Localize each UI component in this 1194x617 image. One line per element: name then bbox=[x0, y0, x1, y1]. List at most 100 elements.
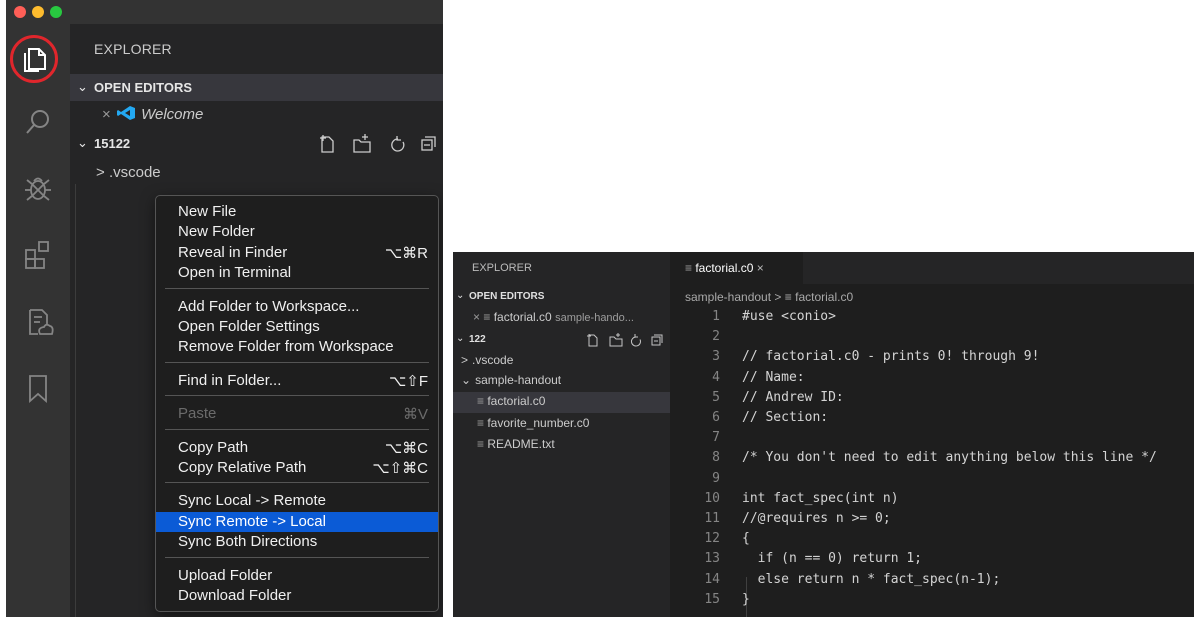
menu-item-download-folder[interactable]: Download Folder bbox=[156, 586, 438, 606]
breadcrumb-separator: > bbox=[774, 290, 782, 304]
line-number: 5 bbox=[712, 389, 720, 405]
explorer-title: EXPLORER bbox=[94, 41, 172, 57]
left-vscode-window: EXPLORER ⌄ OPEN EDITORS × Welcome ⌄ 1512… bbox=[6, 0, 443, 617]
code-line: // factorial.c0 - prints 0! through 9! bbox=[742, 349, 1040, 365]
tree-item-label: README.txt bbox=[487, 437, 555, 451]
context-menu: New File New Folder Reveal in Finder ⌥⌘R Ope… bbox=[155, 195, 439, 612]
menu-item-upload-folder[interactable]: Upload Folder bbox=[156, 566, 438, 586]
line-number: 13 bbox=[704, 551, 720, 567]
folder-label: 15122 bbox=[94, 136, 131, 151]
menu-item-label: Open in Terminal bbox=[178, 264, 292, 282]
menu-item-label: New File bbox=[178, 203, 237, 220]
menu-item-label: Sync Remote -> Local bbox=[178, 512, 326, 530]
menu-item-sync-both-directions[interactable]: Sync Both Directions bbox=[156, 532, 438, 552]
menu-item-open-in-terminal[interactable]: Open in Terminal bbox=[156, 263, 438, 283]
open-editors-label: OPEN EDITORS bbox=[94, 80, 193, 95]
menu-item-label: Copy Path bbox=[178, 438, 249, 456]
menu-item-remove-folder-from-workspace[interactable]: Remove Folder from Workspace bbox=[156, 337, 438, 357]
menu-item-label: Copy Relative Path bbox=[178, 459, 307, 476]
minimize-window-button[interactable] bbox=[32, 6, 44, 18]
chevron-down-icon: ⌄ bbox=[456, 290, 465, 301]
menu-item-label: Sync Both Directions bbox=[178, 533, 318, 551]
line-number: 2 bbox=[712, 329, 720, 345]
open-editors-header[interactable]: ⌄ OPEN EDITORS bbox=[70, 74, 443, 101]
close-editor-icon[interactable]: × bbox=[102, 106, 111, 123]
folder-header[interactable]: ⌄ 15122 bbox=[70, 130, 443, 157]
files-icon[interactable] bbox=[16, 41, 52, 77]
chevron-right-icon: > bbox=[461, 353, 469, 367]
tree-item-favorite-number-c0[interactable]: ≡ favorite_number.c0 bbox=[477, 416, 589, 430]
open-editor-name: Welcome bbox=[141, 106, 204, 123]
tree-item-factorial-c0[interactable]: ≡ factorial.c0 bbox=[477, 394, 545, 408]
code-line: } bbox=[742, 591, 750, 607]
line-number: 15 bbox=[704, 591, 720, 607]
tree-item-sample-handout[interactable]: ⌄ sample-handout bbox=[461, 373, 561, 387]
close-tab-icon[interactable]: × bbox=[757, 261, 764, 275]
new-file-icon bbox=[320, 135, 334, 153]
code-line: //@requires n >= 0; bbox=[742, 511, 891, 526]
file-lines-icon: ≡ bbox=[477, 437, 488, 451]
menu-item-label: Remove Folder from Workspace bbox=[178, 338, 394, 356]
tree-item-vscode[interactable]: > .vscode bbox=[461, 353, 513, 367]
debug-icon[interactable] bbox=[20, 170, 56, 206]
menu-item-new-file[interactable]: New File bbox=[156, 202, 438, 222]
zoom-window-button[interactable] bbox=[50, 6, 62, 18]
tree-item-vscode[interactable]: > .vscode bbox=[96, 164, 161, 181]
folder-header[interactable]: ⌄ 122 bbox=[453, 331, 670, 350]
menu-item-sync-remote-local[interactable]: Sync Remote -> Local bbox=[156, 511, 438, 532]
menu-separator bbox=[165, 287, 429, 289]
menu-item-sync-local-remote[interactable]: Sync Local -> Remote bbox=[156, 491, 438, 511]
line-number: 12 bbox=[704, 531, 720, 547]
bookmark-icon[interactable] bbox=[20, 370, 56, 406]
file-lines-icon: ≡ bbox=[685, 261, 696, 275]
menu-separator bbox=[165, 556, 429, 558]
activity-bar bbox=[6, 24, 70, 617]
chevron-down-icon: ⌄ bbox=[461, 373, 472, 387]
code-line: /* You don't need to edit anything below… bbox=[742, 450, 1157, 466]
menu-item-shortcut: ⌥⌘C bbox=[384, 439, 428, 457]
folder-toolbar bbox=[320, 134, 436, 153]
line-number: 11 bbox=[704, 511, 720, 526]
explorer-sidebar: EXPLORER ⌄ OPEN EDITORS × ≡ factorial.c0… bbox=[453, 252, 670, 617]
breadcrumb-folder[interactable]: sample-handout bbox=[685, 290, 771, 304]
search-icon[interactable] bbox=[20, 104, 56, 140]
menu-item-copy-path[interactable]: Copy Path ⌥⌘C bbox=[156, 438, 438, 458]
close-editor-icon[interactable]: × bbox=[473, 310, 480, 324]
menu-item-add-folder-to-workspace[interactable]: Add Folder to Workspace... bbox=[156, 297, 438, 317]
menu-item-reveal-in-finder[interactable]: Reveal in Finder ⌥⌘R bbox=[156, 243, 438, 263]
chevron-down-icon: ⌄ bbox=[456, 333, 465, 344]
menu-item-shortcut: ⌥⌘R bbox=[384, 244, 428, 262]
code-line: // Andrew ID: bbox=[742, 389, 844, 405]
tree-item-label: .vscode bbox=[108, 164, 161, 181]
remote-explorer-icon[interactable] bbox=[20, 304, 56, 340]
code-line: { bbox=[742, 531, 750, 547]
tree-item-readme-txt[interactable]: ≡ README.txt bbox=[477, 437, 555, 451]
file-lines-icon: ≡ bbox=[483, 310, 494, 324]
breadcrumb: sample-handout > ≡ factorial.c0 bbox=[685, 290, 853, 304]
code-line: int fact_spec(int n) bbox=[742, 490, 899, 506]
tree-item-label: .vscode bbox=[472, 353, 514, 367]
menu-item-open-folder-settings[interactable]: Open Folder Settings bbox=[156, 317, 438, 337]
open-editor-item[interactable]: × Welcome bbox=[102, 106, 203, 123]
line-number: 10 bbox=[704, 490, 720, 506]
code-line: else return n * fact_spec(n-1); bbox=[742, 571, 1001, 587]
chevron-down-icon: ⌄ bbox=[77, 79, 88, 94]
extensions-icon[interactable] bbox=[20, 236, 56, 272]
tree-item-label: sample-handout bbox=[475, 373, 562, 387]
collapse-all-icon bbox=[651, 334, 663, 346]
line-number: 14 bbox=[704, 571, 720, 587]
menu-item-label: Download Folder bbox=[178, 587, 292, 604]
tab-factorial[interactable]: ≡ factorial.c0 × bbox=[670, 252, 803, 284]
menu-item-find-in-folder[interactable]: Find in Folder... ⌥⇧F bbox=[156, 371, 438, 391]
menu-item-copy-relative-path[interactable]: Copy Relative Path ⌥⇧⌘C bbox=[156, 458, 438, 478]
menu-item-paste: Paste ⌘V bbox=[156, 404, 438, 424]
menu-item-shortcut: ⌥⇧⌘C bbox=[372, 460, 428, 477]
breadcrumb-file[interactable]: factorial.c0 bbox=[795, 290, 853, 304]
open-editors-header[interactable]: ⌄ OPEN EDITORS bbox=[453, 288, 670, 307]
chevron-down-icon: ⌄ bbox=[77, 135, 88, 150]
close-window-button[interactable] bbox=[14, 6, 26, 18]
menu-item-label: Open Folder Settings bbox=[178, 318, 320, 335]
menu-item-new-folder[interactable]: New Folder bbox=[156, 222, 438, 242]
open-editor-item[interactable]: × ≡ factorial.c0 sample-hando... bbox=[473, 310, 634, 324]
title-bar bbox=[6, 0, 443, 24]
